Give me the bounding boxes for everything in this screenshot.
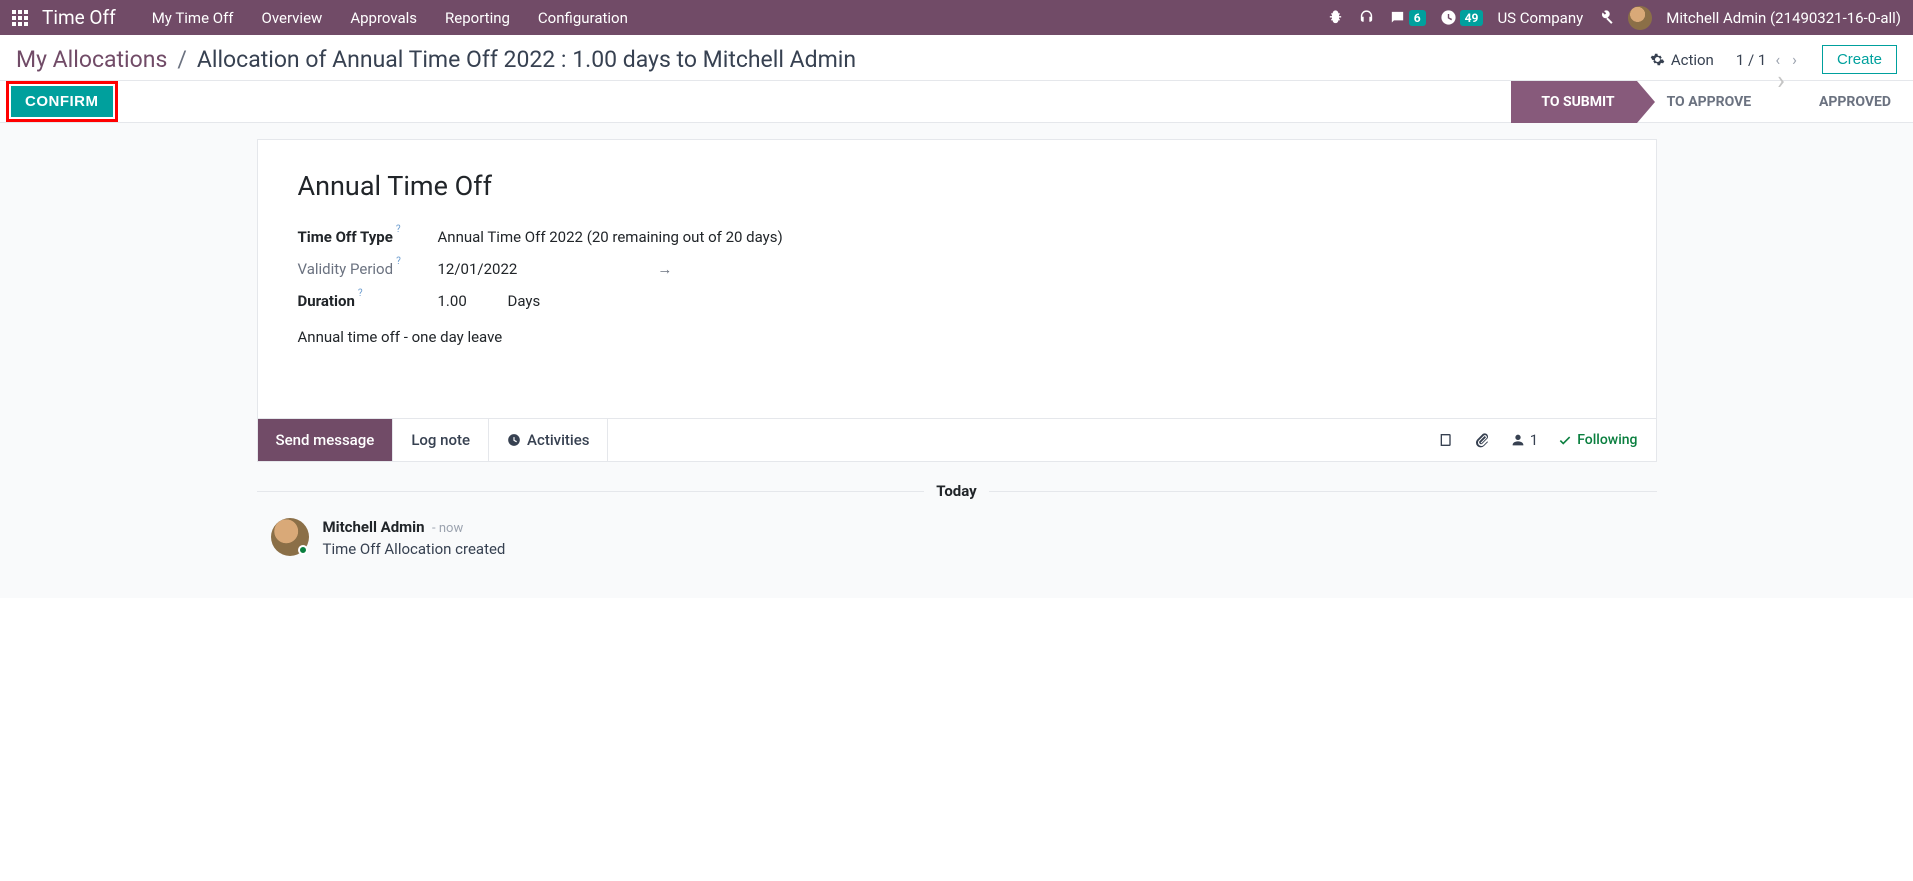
- stage-indicator: TO SUBMIT TO APPROVE › APPROVED: [1511, 81, 1913, 123]
- gear-icon: [1650, 52, 1665, 67]
- tab-send-message[interactable]: Send message: [258, 419, 394, 461]
- today-label: Today: [924, 482, 988, 500]
- app-brand[interactable]: Time Off: [42, 6, 116, 29]
- label-time-off-type: Time Off Type?: [298, 228, 438, 246]
- value-time-off-type: Annual Time Off 2022 (20 remaining out o…: [438, 228, 783, 246]
- breadcrumb-current: Allocation of Annual Time Off 2022 : 1.0…: [197, 46, 856, 73]
- log-author[interactable]: Mitchell Admin: [323, 518, 425, 536]
- book-icon[interactable]: [1438, 432, 1454, 448]
- breadcrumb: My Allocations / Allocation of Annual Ti…: [16, 46, 856, 73]
- tools-icon[interactable]: [1597, 9, 1614, 26]
- follower-count: 1: [1530, 431, 1538, 449]
- user-avatar[interactable]: [1628, 6, 1652, 30]
- nav-configuration[interactable]: Configuration: [524, 3, 642, 33]
- stage-divider-icon: ›: [1773, 81, 1789, 123]
- log-entry: Mitchell Admin - now Time Off Allocation…: [257, 518, 1657, 558]
- breadcrumb-root[interactable]: My Allocations: [16, 46, 167, 73]
- navbar-right: 6 49 US Company Mitchell Admin (21490321…: [1327, 6, 1901, 30]
- tab-log-note[interactable]: Log note: [393, 419, 489, 461]
- create-button[interactable]: Create: [1822, 45, 1897, 74]
- user-menu[interactable]: Mitchell Admin (21490321-16-0-all): [1666, 9, 1901, 27]
- presence-dot: [298, 545, 308, 555]
- nav-my-time-off[interactable]: My Time Off: [138, 3, 248, 33]
- field-time-off-type: Time Off Type? Annual Time Off 2022 (20 …: [298, 228, 1616, 246]
- messaging-icon[interactable]: 6: [1389, 9, 1426, 26]
- date-separator: Today: [257, 482, 1657, 500]
- followers[interactable]: 1: [1510, 431, 1538, 449]
- activities-badge: 49: [1460, 10, 1484, 26]
- confirm-button[interactable]: CONFIRM: [11, 86, 113, 117]
- log-time: - now: [432, 521, 463, 536]
- stage-to-approve[interactable]: TO APPROVE: [1637, 81, 1774, 123]
- stage-approved[interactable]: APPROVED: [1789, 81, 1913, 123]
- activities-icon[interactable]: 49: [1440, 9, 1484, 26]
- chatter-tabs: Send message Log note Activities: [258, 419, 609, 461]
- chatter-right: 1 Following: [1438, 431, 1656, 449]
- stage-to-submit[interactable]: TO SUBMIT: [1511, 81, 1636, 123]
- top-navbar: Time Off My Time Off Overview Approvals …: [0, 0, 1913, 35]
- attachment-icon[interactable]: [1474, 432, 1490, 448]
- pager-next-icon[interactable]: ›: [1789, 50, 1800, 69]
- support-icon[interactable]: [1358, 9, 1375, 26]
- label-duration: Duration?: [298, 292, 438, 310]
- apps-launcher-icon[interactable]: [12, 10, 28, 26]
- value-duration: 1.00: [438, 292, 508, 310]
- nav-approvals[interactable]: Approvals: [336, 3, 431, 33]
- following-button[interactable]: Following: [1558, 432, 1637, 448]
- check-icon: [1558, 433, 1572, 447]
- label-validity-period: Validity Period?: [298, 260, 438, 278]
- help-icon[interactable]: ?: [396, 256, 401, 267]
- form-title: Annual Time Off: [298, 170, 1616, 202]
- log-text: Time Off Allocation created: [323, 540, 506, 558]
- field-duration: Duration? 1.00 Days: [298, 292, 1616, 310]
- clock-small-icon: [507, 433, 521, 447]
- help-icon[interactable]: ?: [358, 288, 363, 299]
- messaging-badge: 6: [1409, 10, 1426, 26]
- nav-reporting[interactable]: Reporting: [431, 3, 524, 33]
- pager: 1 / 1 ‹ ›: [1736, 50, 1800, 69]
- status-bar: CONFIRM TO SUBMIT TO APPROVE › APPROVED: [0, 81, 1913, 123]
- chatter: Send message Log note Activities 1 Follo…: [257, 419, 1657, 598]
- pager-text: 1 / 1: [1736, 51, 1767, 69]
- action-dropdown[interactable]: Action: [1650, 51, 1714, 69]
- field-validity-period: Validity Period? 12/01/2022 →: [298, 260, 1616, 278]
- breadcrumb-actions: Action 1 / 1 ‹ › Create: [1650, 45, 1897, 74]
- breadcrumb-bar: My Allocations / Allocation of Annual Ti…: [0, 35, 1913, 81]
- person-icon: [1510, 432, 1526, 448]
- message-log: Today Mitchell Admin - now Time Off Allo…: [257, 482, 1657, 598]
- arrow-right-icon: →: [657, 260, 672, 278]
- nav-overview[interactable]: Overview: [248, 3, 337, 33]
- content-area: Annual Time Off Time Off Type? Annual Ti…: [0, 123, 1913, 598]
- bug-icon[interactable]: [1327, 9, 1344, 26]
- breadcrumb-separator: /: [177, 46, 187, 73]
- tab-activities[interactable]: Activities: [489, 419, 608, 461]
- value-duration-unit: Days: [508, 292, 541, 310]
- confirm-highlight: CONFIRM: [6, 81, 118, 122]
- log-body: Mitchell Admin - now Time Off Allocation…: [323, 518, 506, 558]
- chatter-topbar: Send message Log note Activities 1 Follo…: [257, 419, 1657, 462]
- form-card: Annual Time Off Time Off Type? Annual Ti…: [257, 139, 1657, 419]
- value-validity-from: 12/01/2022: [438, 260, 518, 278]
- log-avatar[interactable]: [271, 518, 309, 556]
- help-icon[interactable]: ?: [396, 224, 401, 235]
- action-label: Action: [1671, 51, 1714, 69]
- navbar-left: Time Off My Time Off Overview Approvals …: [12, 3, 1327, 33]
- allocation-reason: Annual time off - one day leave: [298, 328, 1616, 346]
- company-switcher[interactable]: US Company: [1497, 9, 1583, 27]
